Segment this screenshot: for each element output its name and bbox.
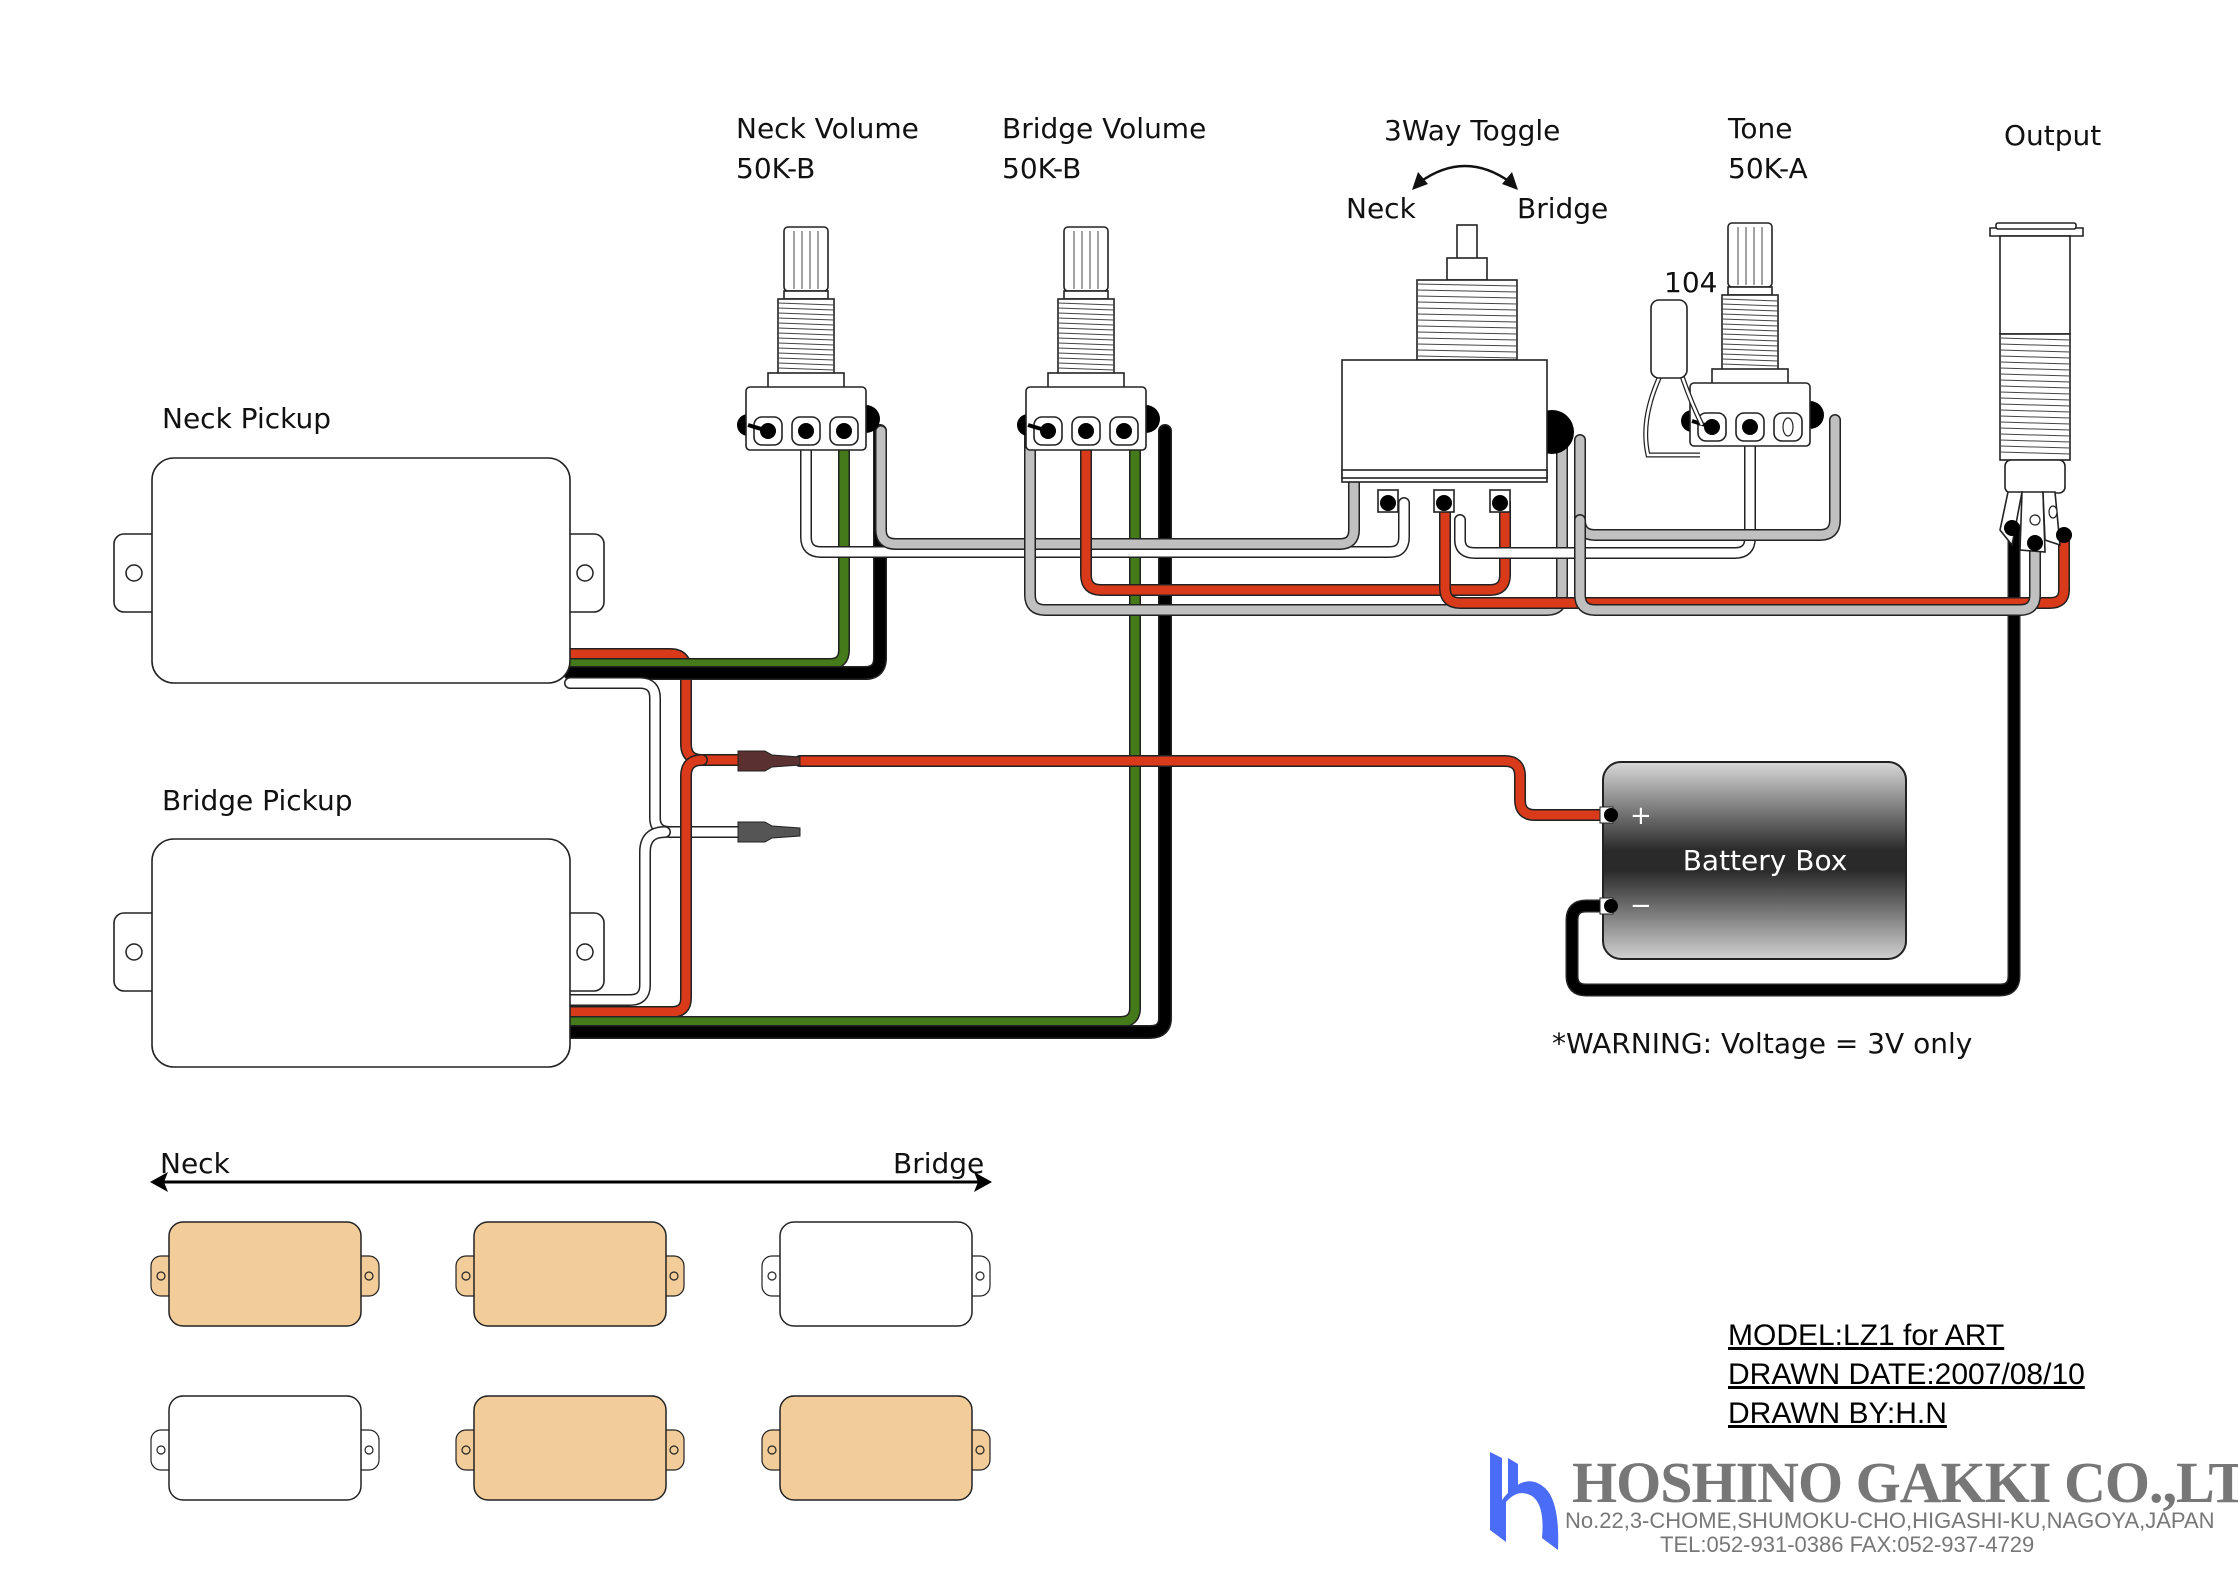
- bridge-pickup-label: Bridge Pickup: [162, 784, 353, 817]
- switch-lug: [1436, 495, 1452, 511]
- position-bridge-label: Bridge: [893, 1147, 984, 1180]
- wiring-diagram: Neck Volume 50K-B Bridge Volume 50K-B 3W…: [113, 112, 2238, 1557]
- pot-lug: [836, 423, 852, 439]
- tone-pot: [1681, 222, 1824, 447]
- capacitor-label: 104: [1664, 266, 1717, 299]
- neck-pickup-label: Neck Pickup: [162, 402, 331, 435]
- company-address: No.22,3-CHOME,SHUMOKU-CHO,HIGASHI-KU,NAG…: [1565, 1508, 2215, 1533]
- pot-lug: [1116, 423, 1132, 439]
- mini-pickup-active: [761, 1395, 991, 1501]
- drawn-by-text: DRAWN BY:H.N: [1728, 1397, 1947, 1430]
- company-name: HOSHINO GAKKI CO.,LTD.: [1572, 1450, 2238, 1515]
- red-solder-connector: [737, 750, 801, 772]
- model-text: MODEL:LZ1 for ART: [1728, 1319, 2004, 1352]
- neck-volume-label: Neck Volume: [736, 112, 919, 145]
- pot-lug: [798, 423, 814, 439]
- pot-lug: [1742, 419, 1758, 435]
- neck-volume-pot: [737, 226, 880, 451]
- battery-minus-label: −: [1630, 891, 1652, 921]
- mini-pickup-inactive: [761, 1221, 991, 1327]
- bridge-volume-value: 50K-B: [1002, 152, 1081, 185]
- toggle-label: 3Way Toggle: [1384, 114, 1560, 147]
- hoshino-logo-icon: [1490, 1452, 1559, 1550]
- position-neck-label: Neck: [160, 1147, 231, 1180]
- neck-bridge-arrow-icon: [150, 1172, 992, 1192]
- switch-lug: [1380, 495, 1396, 511]
- bridge-volume-pot: [1017, 226, 1160, 451]
- drawn-date-text: DRAWN DATE:2007/08/10: [1728, 1358, 2085, 1391]
- battery-minus-terminal: [1604, 899, 1618, 913]
- pot-lug: [1078, 423, 1094, 439]
- mini-pickup-active: [150, 1221, 380, 1327]
- company-contact: TEL:052-931-0386 FAX:052-937-4729: [1660, 1532, 2034, 1557]
- mini-pickup-active: [455, 1221, 685, 1327]
- neck-volume-value: 50K-B: [736, 152, 815, 185]
- output-label: Output: [2004, 119, 2101, 152]
- toggle-bridge-label: Bridge: [1517, 192, 1608, 225]
- neck-pickup: [113, 457, 605, 684]
- battery-box-label: Battery Box: [1683, 844, 1848, 877]
- white-solder-connector: [737, 821, 801, 843]
- toggle-neck-label: Neck: [1346, 192, 1417, 225]
- tone-value: 50K-A: [1728, 152, 1808, 185]
- mini-pickup-inactive: [150, 1395, 380, 1501]
- battery-plus-terminal: [1604, 808, 1618, 822]
- output-jack: [1989, 222, 2084, 553]
- pickup-selector-grid: [150, 1221, 991, 1501]
- bridge-pickup: [113, 838, 605, 1068]
- battery-plus-label: +: [1630, 801, 1652, 831]
- toggle-direction-arrow-icon: [1412, 164, 1518, 190]
- wire-battery-plus: [794, 755, 1617, 821]
- switch-lug: [1492, 495, 1508, 511]
- voltage-warning: *WARNING: Voltage = 3V only: [1552, 1027, 1972, 1060]
- three-way-toggle-switch: [1341, 224, 1574, 513]
- mini-pickup-active: [455, 1395, 685, 1501]
- bridge-volume-label: Bridge Volume: [1002, 112, 1206, 145]
- tone-label: Tone: [1727, 112, 1792, 145]
- battery-box: + − Battery Box: [1599, 761, 1907, 960]
